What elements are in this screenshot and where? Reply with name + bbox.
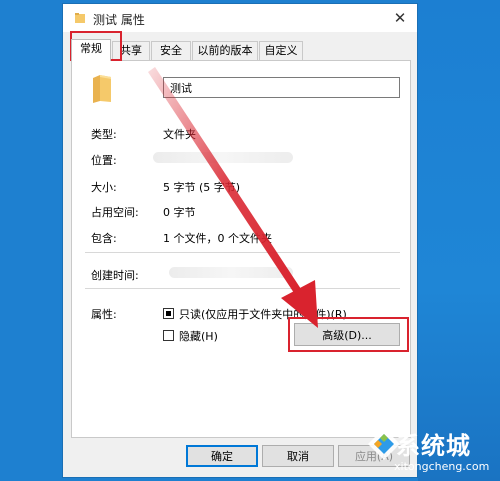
location-label: 位置:: [91, 154, 117, 167]
watermark-brand: 系统城: [396, 432, 471, 460]
type-label: 类型:: [91, 128, 117, 141]
tab-sharing[interactable]: 共享: [112, 41, 150, 60]
contains-label: 包含:: [91, 232, 117, 245]
attributes-label: 属性:: [91, 308, 117, 321]
contains-value: 1 个文件，0 个文件夹: [163, 232, 272, 245]
readonly-checkbox[interactable]: [163, 308, 174, 319]
folder-name-input[interactable]: [163, 77, 400, 98]
watermark-url: xitongcheng.com: [394, 460, 490, 473]
size-on-disk-label: 占用空间:: [91, 206, 139, 219]
close-button[interactable]: ✕: [383, 4, 417, 32]
hidden-checkbox[interactable]: [163, 330, 174, 341]
properties-dialog: 测试 属性 ✕ 常规 共享 安全 以前的版本 自定义 类型: 文件夹 位置: 大…: [62, 3, 418, 478]
divider: [85, 252, 400, 253]
tab-customize[interactable]: 自定义: [259, 41, 303, 60]
title-bar: 测试 属性 ✕: [63, 4, 417, 32]
location-value-redacted: [153, 152, 293, 163]
advanced-button[interactable]: 高级(D)...: [294, 323, 400, 346]
cancel-button[interactable]: 取消: [262, 445, 334, 467]
readonly-label: 只读(仅应用于文件夹中的文件)(R): [179, 308, 347, 321]
tab-previous-versions[interactable]: 以前的版本: [192, 41, 258, 60]
size-value: 5 字节 (5 字节): [163, 181, 241, 194]
created-label: 创建时间:: [91, 269, 139, 282]
tab-general[interactable]: 常规: [71, 39, 111, 61]
folder-icon: [75, 13, 85, 23]
size-label: 大小:: [91, 181, 117, 194]
desktop-background: [418, 0, 500, 481]
general-panel: [71, 60, 411, 438]
window-title: 测试 属性: [93, 13, 145, 27]
created-value-redacted: [169, 267, 293, 278]
ok-button[interactable]: 确定: [186, 445, 258, 467]
tab-strip: 常规 共享 安全 以前的版本 自定义: [71, 39, 411, 61]
divider: [85, 288, 400, 289]
large-folder-icon: [93, 75, 111, 103]
tab-security[interactable]: 安全: [151, 41, 191, 60]
size-on-disk-value: 0 字节: [163, 206, 196, 219]
type-value: 文件夹: [163, 128, 196, 141]
hidden-label: 隐藏(H): [179, 330, 218, 343]
close-icon: ✕: [393, 9, 407, 27]
